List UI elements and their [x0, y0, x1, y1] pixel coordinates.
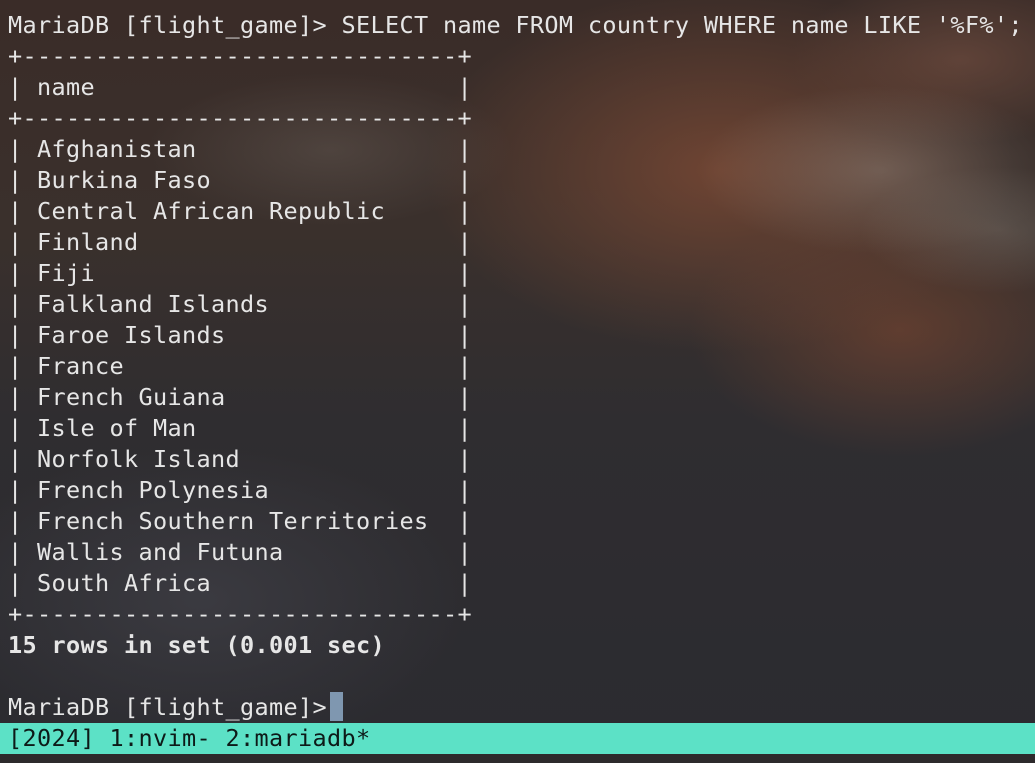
table-border-header: +------------------------------+ — [8, 104, 472, 132]
terminal-window[interactable]: MariaDB [flight_game]> SELECT name FROM … — [0, 0, 1035, 723]
table-row: | Wallis and Futuna | — [8, 538, 472, 566]
table-row: | Falkland Islands | — [8, 290, 472, 318]
table-row: | Afghanistan | — [8, 135, 472, 163]
table-row: | South Africa | — [8, 569, 472, 597]
table-row: | Norfolk Island | — [8, 445, 472, 473]
table-row: | French Guiana | — [8, 383, 472, 411]
table-row: | Burkina Faso | — [8, 166, 472, 194]
bottom-strip — [0, 754, 1035, 763]
table-row: | Fiji | — [8, 259, 472, 287]
tmux-status-bar: [2024] 1:nvim- 2:mariadb* — [0, 723, 1035, 754]
table-row: | Finland | — [8, 228, 472, 256]
command-prompt[interactable]: MariaDB [flight_game]> — [8, 692, 341, 723]
table-row: | French Southern Territories | — [8, 507, 472, 535]
table-row: | Faroe Islands | — [8, 321, 472, 349]
table-row: | Central African Republic | — [8, 197, 472, 225]
table-header: | name | — [8, 73, 472, 101]
table-row: | France | — [8, 352, 472, 380]
tmux-status-text: [2024] 1:nvim- 2:mariadb* — [8, 724, 371, 752]
text-cursor — [330, 692, 343, 721]
table-row: | Isle of Man | — [8, 414, 472, 442]
query-line: MariaDB [flight_game]> SELECT name FROM … — [8, 11, 1023, 39]
table-border-top: +------------------------------+ — [8, 42, 472, 70]
result-summary: 15 rows in set (0.001 sec) — [8, 631, 385, 659]
table-row: | French Polynesia | — [8, 476, 472, 504]
table-border-bottom: +------------------------------+ — [8, 600, 472, 628]
